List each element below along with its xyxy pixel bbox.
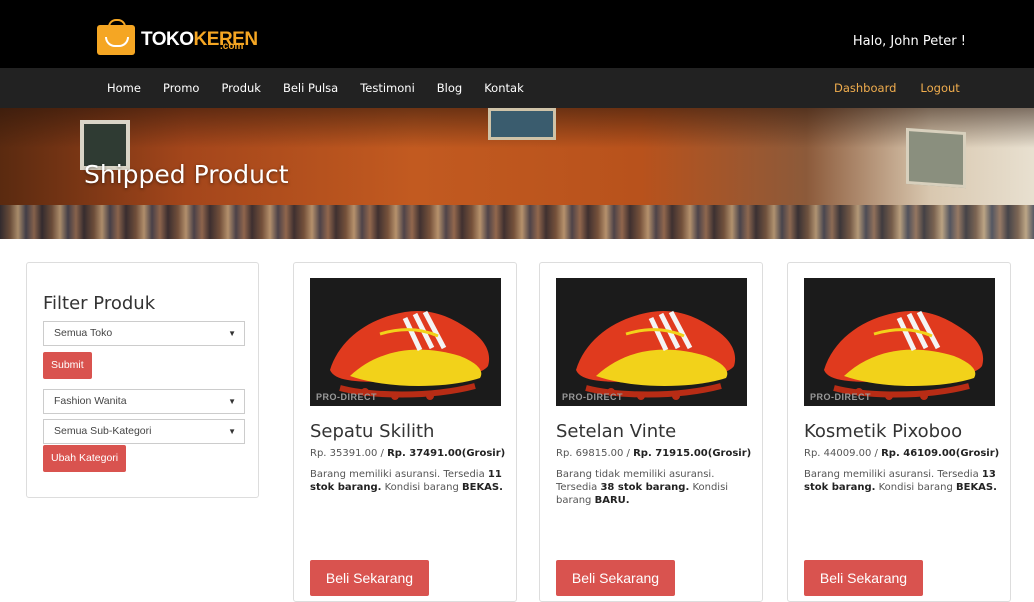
kategori-select-value: Fashion Wanita: [54, 395, 127, 407]
beli-sekarang-button[interactable]: Beli Sekarang: [310, 560, 429, 596]
submit-button[interactable]: Submit: [43, 352, 92, 379]
logo-sub: .com: [220, 41, 244, 52]
logo-text-toko: TOKO: [141, 29, 194, 50]
site-logo[interactable]: TOKOKEREN .com: [97, 19, 258, 58]
price-retail: Rp. 35391.00 /: [310, 448, 388, 459]
desc-text: Barang memiliki asuransi. Tersedia: [310, 469, 488, 480]
price-retail: Rp. 69815.00 /: [556, 448, 634, 459]
image-watermark: PRO-DIRECT: [562, 392, 623, 402]
filter-title: Filter Produk: [43, 293, 156, 314]
nav-links: Home Promo Produk Beli Pulsa Testimoni B…: [107, 68, 546, 108]
product-description: Barang memiliki asuransi. Tersedia 11 st…: [310, 468, 506, 494]
filter-panel: Filter Produk Semua Toko ▼ Submit Fashio…: [26, 262, 259, 498]
nav-item-testimoni[interactable]: Testimoni: [360, 81, 415, 95]
product-image[interactable]: PRO-DIRECT: [310, 278, 501, 406]
caret-down-icon: ▼: [228, 397, 236, 406]
product-description: Barang tidak memiliki asuransi. Tersedia…: [556, 468, 752, 507]
product-name[interactable]: Kosmetik Pixoboo: [804, 421, 962, 442]
price-retail: Rp. 44009.00 /: [804, 448, 882, 459]
top-header: TOKOKEREN .com Halo, John Peter !: [0, 0, 1034, 68]
subkategori-select[interactable]: Semua Sub-Kategori ▼: [43, 419, 245, 444]
product-image[interactable]: PRO-DIRECT: [556, 278, 747, 406]
product-card: PRO-DIRECT Sepatu Skilith Rp. 35391.00 /…: [293, 262, 517, 602]
desc-text: Kondisi barang: [381, 482, 462, 493]
main-nav: Home Promo Produk Beli Pulsa Testimoni B…: [0, 68, 1034, 108]
image-watermark: PRO-DIRECT: [316, 392, 377, 402]
product-name[interactable]: Setelan Vinte: [556, 421, 676, 442]
nav-item-blog[interactable]: Blog: [437, 81, 462, 95]
soccer-shoe-image: [576, 310, 736, 400]
toko-select-value: Semua Toko: [54, 327, 113, 339]
price-grosir: Rp. 46109.00(Grosir): [881, 448, 1000, 459]
product-description: Barang memiliki asuransi. Tersedia 13 st…: [804, 468, 1000, 494]
product-price: Rp. 69815.00 / Rp. 71915.00(Grosir): [556, 448, 751, 459]
product-name[interactable]: Sepatu Skilith: [310, 421, 434, 442]
user-greeting: Halo, John Peter !: [852, 34, 966, 49]
beli-sekarang-button[interactable]: Beli Sekarang: [804, 560, 923, 596]
product-price: Rp. 35391.00 / Rp. 37491.00(Grosir): [310, 448, 505, 459]
beli-sekarang-button[interactable]: Beli Sekarang: [556, 560, 675, 596]
desc-text: Kondisi barang: [875, 482, 956, 493]
hero-decor-frame: [906, 127, 966, 189]
price-grosir: Rp. 37491.00(Grosir): [387, 448, 506, 459]
toko-select[interactable]: Semua Toko ▼: [43, 321, 245, 346]
product-condition: BARU.: [594, 495, 630, 506]
soccer-shoe-image: [824, 310, 984, 400]
caret-down-icon: ▼: [228, 329, 236, 338]
ubah-kategori-button[interactable]: Ubah Kategori: [43, 445, 127, 472]
product-condition: BEKAS.: [461, 482, 503, 493]
nav-item-promo[interactable]: Promo: [163, 81, 199, 95]
hero-decor-floor: [0, 205, 1034, 239]
nav-user-links: Dashboard Logout: [834, 68, 984, 108]
page-title: Shipped Product: [84, 160, 289, 189]
nav-item-kontak[interactable]: Kontak: [484, 81, 524, 95]
nav-item-dashboard[interactable]: Dashboard: [834, 81, 896, 95]
product-condition: BEKAS.: [955, 482, 997, 493]
nav-item-logout[interactable]: Logout: [920, 81, 959, 95]
product-image[interactable]: PRO-DIRECT: [804, 278, 995, 406]
product-price: Rp. 44009.00 / Rp. 46109.00(Grosir): [804, 448, 999, 459]
subkategori-select-value: Semua Sub-Kategori: [54, 425, 152, 437]
kategori-select[interactable]: Fashion Wanita ▼: [43, 389, 245, 414]
nav-item-home[interactable]: Home: [107, 81, 141, 95]
caret-down-icon: ▼: [228, 427, 236, 436]
nav-item-produk[interactable]: Produk: [221, 81, 261, 95]
stock-count: 38 stok barang.: [600, 482, 690, 493]
shopping-bag-icon: [97, 19, 135, 55]
image-watermark: PRO-DIRECT: [810, 392, 871, 402]
price-grosir: Rp. 71915.00(Grosir): [633, 448, 752, 459]
nav-item-beli-pulsa[interactable]: Beli Pulsa: [283, 81, 338, 95]
product-card: PRO-DIRECT Kosmetik Pixoboo Rp. 44009.00…: [787, 262, 1011, 602]
product-card: PRO-DIRECT Setelan Vinte Rp. 69815.00 / …: [539, 262, 763, 602]
hero-decor-frame: [488, 108, 556, 140]
soccer-shoe-image: [330, 310, 490, 400]
hero-banner: Shipped Product: [0, 108, 1034, 239]
desc-text: Barang memiliki asuransi. Tersedia: [804, 469, 982, 480]
